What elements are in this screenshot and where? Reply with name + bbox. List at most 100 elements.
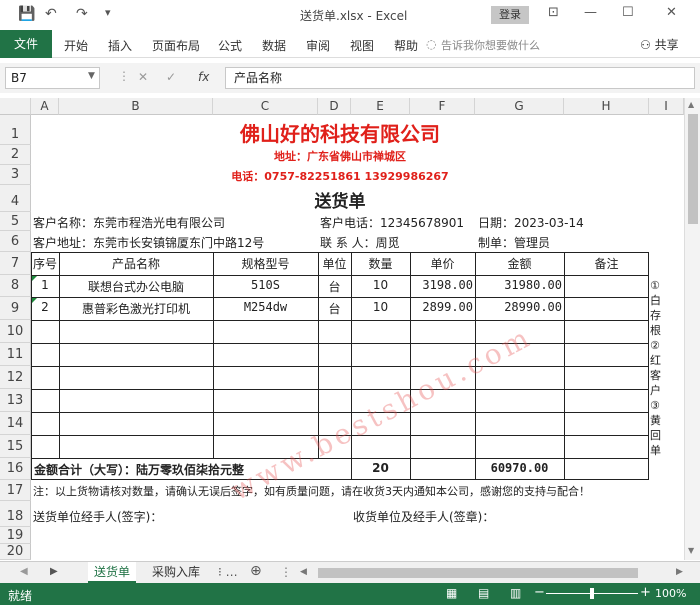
col-header-c[interactable]: C	[213, 98, 318, 115]
header-remark: 备注	[594, 257, 619, 271]
status-ready: 就绪	[8, 589, 33, 603]
maximize-button[interactable]: ☐	[622, 5, 634, 20]
more-sheets-icon[interactable]: ⁝ …	[218, 565, 238, 579]
col-header-a[interactable]: A	[31, 98, 59, 115]
row-header[interactable]: 11	[0, 343, 31, 366]
sender-signature: 送货单位经手人(签字)：	[33, 510, 163, 524]
customize-qat-icon[interactable]: ▾	[105, 6, 111, 19]
page-layout-view-icon[interactable]: ▤	[478, 586, 489, 600]
header-product-name: 产品名称	[111, 257, 160, 271]
next-sheet-icon[interactable]: ▶	[50, 566, 58, 577]
redo-icon[interactable]: ↷	[76, 6, 88, 22]
item-name: 惠普彩色激光打印机	[81, 302, 190, 316]
save-icon[interactable]: 💾	[18, 6, 35, 22]
contact-person: 联 系 人：周觅	[320, 236, 400, 250]
page-break-view-icon[interactable]: ▥	[510, 586, 521, 600]
insert-function-icon[interactable]: fx	[198, 70, 209, 84]
file-tab[interactable]: 文件	[0, 30, 52, 58]
row-header[interactable]: 17	[0, 480, 31, 501]
row-header[interactable]: 14	[0, 412, 31, 435]
total-amount: 60970.00	[490, 461, 549, 475]
scroll-up-icon[interactable]: ▲	[688, 100, 694, 109]
horizontal-scroll-thumb[interactable]	[318, 568, 638, 578]
row-header[interactable]: 4	[0, 185, 31, 212]
add-sheet-icon[interactable]: ⊕	[250, 563, 262, 579]
share-button[interactable]: ⚇ 共享	[640, 36, 679, 53]
formula-bar: B7 ▼ ⋮ ✕ ✓ fx 产品名称	[0, 63, 700, 93]
scroll-thumb[interactable]	[688, 114, 698, 224]
cancel-icon[interactable]: ✕	[138, 70, 148, 84]
row-header[interactable]: 18	[0, 501, 31, 527]
worksheet-grid[interactable]: A B C D E F G H I 1 2 3 4 5 6 7 8 9 10 1…	[0, 98, 700, 560]
tab-help[interactable]: 帮助	[394, 37, 418, 54]
tab-page-layout[interactable]: 页面布局	[152, 37, 200, 54]
header-amount: 金额	[507, 257, 532, 271]
item-unit: 台	[328, 280, 341, 294]
row-header[interactable]: 1	[0, 115, 31, 145]
col-header-d[interactable]: D	[318, 98, 351, 115]
more-icon: ⋮	[118, 69, 130, 83]
company-name: 佛山好的科技有限公司	[240, 122, 440, 146]
zoom-in-icon[interactable]: +	[640, 585, 651, 600]
error-indicator-icon	[32, 298, 37, 303]
minimize-button[interactable]: —	[584, 5, 597, 20]
copy-color-note: ①白存根②红客户③黄回单	[650, 279, 661, 457]
col-header-f[interactable]: F	[410, 98, 475, 115]
hscroll-right-icon[interactable]: ▶	[676, 567, 683, 577]
tab-review[interactable]: 审阅	[306, 37, 330, 54]
row-header[interactable]: 5	[0, 212, 31, 231]
scroll-down-icon[interactable]: ▼	[688, 546, 694, 555]
row-header[interactable]: 2	[0, 145, 31, 165]
item-price: 3198.00	[422, 278, 473, 292]
row-header[interactable]: 6	[0, 231, 31, 252]
select-all-corner[interactable]	[0, 98, 31, 115]
row-header[interactable]: 8	[0, 275, 31, 297]
total-qty: 20	[372, 461, 389, 475]
sheet-tab-delivery[interactable]: 送货单	[88, 562, 137, 583]
row-header[interactable]: 12	[0, 366, 31, 389]
tab-formulas[interactable]: 公式	[218, 37, 242, 54]
sheet-tab-purchase[interactable]: 采购入库	[146, 562, 206, 583]
col-header-g[interactable]: G	[475, 98, 564, 115]
row-header[interactable]: 16	[0, 458, 31, 480]
tab-insert[interactable]: 插入	[108, 37, 132, 54]
zoom-level[interactable]: 100%	[655, 587, 686, 600]
tab-data[interactable]: 数据	[262, 37, 286, 54]
delivery-date: 日期：2023-03-14	[478, 216, 584, 230]
row-header[interactable]: 19	[0, 527, 31, 544]
col-header-i[interactable]: I	[649, 98, 684, 115]
row-header[interactable]: 15	[0, 435, 31, 458]
row-header[interactable]: 13	[0, 389, 31, 412]
col-header-b[interactable]: B	[59, 98, 213, 115]
zoom-slider-handle[interactable]	[590, 588, 594, 599]
col-header-h[interactable]: H	[564, 98, 649, 115]
row-header[interactable]: 20	[0, 544, 31, 560]
ribbon-display-icon[interactable]: ⊡	[548, 5, 559, 20]
company-address: 地址：广东省佛山市禅城区	[274, 150, 406, 163]
hscroll-left-icon[interactable]: ◀	[300, 567, 307, 577]
enter-icon[interactable]: ✓	[166, 70, 176, 84]
name-box[interactable]: B7	[5, 67, 100, 89]
row-header[interactable]: 10	[0, 320, 31, 343]
close-button[interactable]: ✕	[666, 5, 677, 20]
status-bar: 就绪 ▦ ▤ ▥ − + 100%	[0, 583, 700, 605]
document-maker: 制单：管理员	[478, 236, 551, 250]
row-header[interactable]: 3	[0, 165, 31, 185]
row-header[interactable]: 7	[0, 252, 31, 275]
zoom-out-icon[interactable]: −	[534, 585, 545, 600]
normal-view-icon[interactable]: ▦	[446, 586, 457, 600]
undo-icon[interactable]: ↶	[45, 6, 57, 22]
tab-split-icon[interactable]: ⋮	[280, 565, 292, 579]
prev-sheet-icon[interactable]: ◀	[20, 566, 28, 577]
tab-view[interactable]: 视图	[350, 37, 374, 54]
item-price: 2899.00	[422, 300, 473, 314]
vertical-scrollbar[interactable]: ▲ ▼	[684, 98, 700, 560]
formula-input[interactable]: 产品名称	[225, 67, 695, 89]
title-bar: 💾 ↶ ↷ ▾ 送货单.xlsx - Excel 登录 ⊡ — ☐ ✕	[0, 0, 700, 30]
tab-home[interactable]: 开始	[64, 37, 88, 54]
name-box-dropdown-icon[interactable]: ▼	[88, 71, 95, 81]
login-button[interactable]: 登录	[491, 6, 529, 24]
row-header[interactable]: 9	[0, 297, 31, 320]
tell-me-input[interactable]: 告诉我你想要做什么	[441, 37, 540, 53]
col-header-e[interactable]: E	[351, 98, 410, 115]
